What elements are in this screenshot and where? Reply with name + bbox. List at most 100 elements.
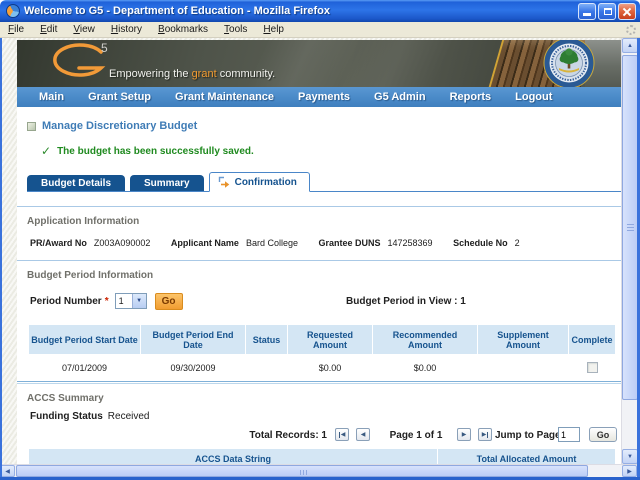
period-number-select[interactable]: 1 ▼ <box>115 293 147 309</box>
pr-award-label: PR/Award No <box>30 238 87 248</box>
page-content: Manage Discretionary Budget ✓ The budget… <box>17 107 621 464</box>
scroll-up-icon[interactable]: ▲ <box>622 38 638 53</box>
vertical-scroll-thumb[interactable] <box>622 55 638 400</box>
nav-g5-admin[interactable]: G5 Admin <box>362 91 438 103</box>
restore-button[interactable] <box>598 3 616 20</box>
next-page-button[interactable]: ▶ <box>457 428 471 441</box>
jump-go-button[interactable]: Go <box>589 427 617 442</box>
nav-payments[interactable]: Payments <box>286 91 362 103</box>
next-page-icon: ▶ <box>462 431 467 438</box>
cell-recommended: $0.00 <box>373 355 478 380</box>
period-number-label: Period Number <box>30 296 102 307</box>
page-title: Manage Discretionary Budget <box>42 120 197 132</box>
minimize-button[interactable] <box>578 3 596 20</box>
col-total-allocated: Total Allocated Amount <box>438 449 616 464</box>
tab-confirmation[interactable]: Confirmation <box>209 172 310 192</box>
nav-reports[interactable]: Reports <box>438 91 504 103</box>
close-button[interactable] <box>618 3 636 20</box>
nav-logout[interactable]: Logout <box>503 91 564 103</box>
budget-period-in-view: Budget Period in View : 1 <box>346 296 466 307</box>
applicant-name-label: Applicant Name <box>171 238 239 248</box>
budget-period-heading: Budget Period Information <box>27 270 621 281</box>
browser-window: Welcome to G5 - Department of Education … <box>0 0 640 480</box>
banner-photo-right <box>585 40 621 87</box>
total-records: Total Records: 1 <box>187 430 327 441</box>
divider <box>17 383 621 384</box>
col-complete: Complete <box>569 325 616 355</box>
complete-checkbox[interactable] <box>587 362 598 373</box>
menu-tools[interactable]: Tools <box>216 23 255 36</box>
divider <box>17 206 621 207</box>
col-accs-data-string: ACCS Data String <box>29 449 438 464</box>
g5-banner: 5 Empowering the grant community. <box>17 40 621 87</box>
scroll-left-icon[interactable]: ◀ <box>0 465 15 477</box>
tab-confirmation-label: Confirmation <box>235 177 297 188</box>
pagination-bar: Total Records: 1 ◀ ◀ Page 1 of 1 ▶ ▶ Jum… <box>17 426 621 444</box>
nav-grant-setup[interactable]: Grant Setup <box>76 91 163 103</box>
menu-view[interactable]: View <box>65 23 103 36</box>
period-go-button[interactable]: Go <box>155 293 183 310</box>
budget-table-row: 07/01/2009 09/30/2009 $0.00 $0.00 <box>29 355 616 380</box>
applicant-name-value: Bard College <box>246 238 298 248</box>
nav-main[interactable]: Main <box>27 91 76 103</box>
menu-help[interactable]: Help <box>255 23 292 36</box>
scroll-down-icon[interactable]: ▼ <box>622 449 638 464</box>
period-number-row: Period Number * 1 ▼ Go Budget Period in … <box>30 290 621 312</box>
accs-table-header-row: ACCS Data String Total Allocated Amount <box>29 449 616 464</box>
tab-bar: Budget Details Summary Confirmation <box>27 174 621 192</box>
schedule-no-value: 2 <box>515 238 520 248</box>
required-marker: * <box>105 296 109 307</box>
grantee-duns-value: 147258369 <box>388 238 433 248</box>
success-banner: ✓ The budget has been successfully saved… <box>41 144 621 158</box>
tab-budget-details[interactable]: Budget Details <box>27 175 125 191</box>
menu-edit[interactable]: Edit <box>32 23 65 36</box>
cell-status <box>246 355 288 380</box>
accs-table: ACCS Data String Total Allocated Amount … <box>28 448 616 464</box>
schedule-no-label: Schedule No <box>453 238 508 248</box>
g5-logo-five: 5 <box>101 41 108 55</box>
vertical-scrollbar[interactable]: ▲ ▼ <box>621 38 637 464</box>
scroll-right-icon[interactable]: ▶ <box>622 465 637 477</box>
menu-bookmarks[interactable]: Bookmarks <box>150 23 216 36</box>
cell-start-date: 07/01/2009 <box>29 355 141 380</box>
g5-logo-icon <box>47 43 109 83</box>
budget-table-header-row: Budget Period Start Date Budget Period E… <box>29 325 616 355</box>
page-viewport: 5 Empowering the grant community. <box>2 38 621 464</box>
tab-summary[interactable]: Summary <box>130 175 204 191</box>
funding-status-row: Funding Status Received <box>30 411 621 422</box>
page-title-icon <box>27 122 36 131</box>
menu-bar: File Edit View History Bookmarks Tools H… <box>0 22 640 38</box>
success-message: The budget has been successfully saved. <box>57 146 254 157</box>
horizontal-scroll-thumb[interactable] <box>16 465 588 477</box>
title-bar[interactable]: Welcome to G5 - Department of Education … <box>0 0 640 22</box>
budget-period-table: Budget Period Start Date Budget Period E… <box>28 324 616 379</box>
banner-tagline: Empowering the grant community. <box>109 68 275 80</box>
col-status: Status <box>246 325 288 355</box>
page-info: Page 1 of 1 <box>383 430 449 441</box>
col-end-date: Budget Period End Date <box>141 325 246 355</box>
jump-to-page-input[interactable] <box>558 427 580 442</box>
cell-supplement <box>478 355 569 380</box>
divider <box>17 381 621 382</box>
menu-history[interactable]: History <box>103 23 150 36</box>
cell-complete <box>569 355 616 380</box>
main-nav: Main Grant Setup Grant Maintenance Payme… <box>17 87 621 107</box>
last-page-icon: ▶ <box>482 431 487 438</box>
col-supplement: Supplement Amount <box>478 325 569 355</box>
funding-status-label: Funding Status <box>30 411 103 422</box>
last-page-button[interactable]: ▶ <box>478 428 492 441</box>
window-border <box>0 38 2 480</box>
grantee-duns-label: Grantee DUNS <box>318 238 380 248</box>
menu-file[interactable]: File <box>0 23 32 36</box>
confirmation-tab-icon <box>218 176 230 188</box>
throbber-icon <box>626 25 636 35</box>
accs-summary-heading: ACCS Summary <box>27 393 621 404</box>
prev-page-button[interactable]: ◀ <box>356 428 370 441</box>
nav-grant-maintenance[interactable]: Grant Maintenance <box>163 91 286 103</box>
funding-status-value: Received <box>108 411 150 422</box>
select-dropdown-icon[interactable]: ▼ <box>132 294 146 308</box>
jump-to-page-label: Jump to Page <box>495 430 561 441</box>
first-page-button[interactable]: ◀ <box>335 428 349 441</box>
window-title: Welcome to G5 - Department of Education … <box>24 5 576 17</box>
horizontal-scrollbar[interactable]: ◀ ▶ <box>0 464 637 477</box>
